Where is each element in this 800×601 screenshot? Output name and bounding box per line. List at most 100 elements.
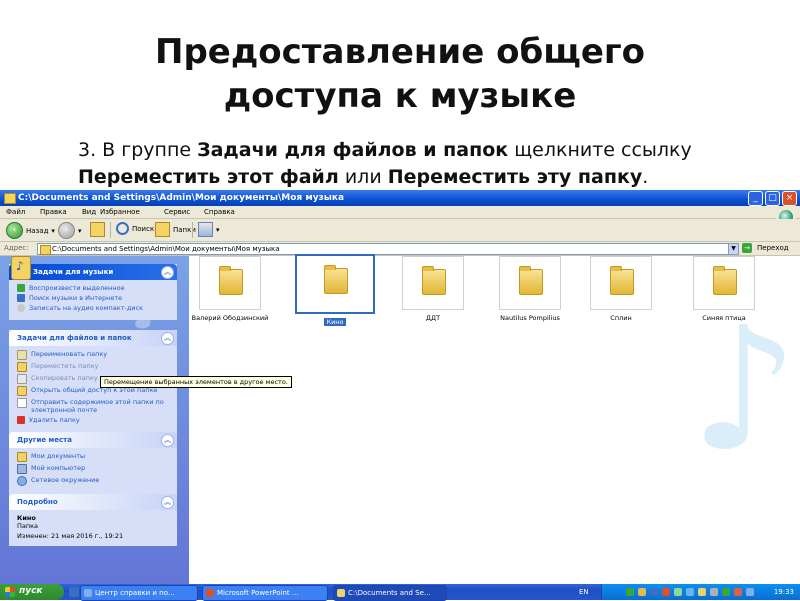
globe-icon xyxy=(17,294,25,302)
other-places-panel: Другие места ︽ Мои документы Мой компьют… xyxy=(9,432,177,494)
menu-edit[interactable]: Правка xyxy=(40,208,67,216)
back-button[interactable]: ‹ Назад ▾ xyxy=(6,222,55,239)
minimize-button[interactable]: _ xyxy=(748,191,763,206)
window-title: C:\Documents and Settings\Admin\Мои доку… xyxy=(18,193,345,203)
task-move-folder[interactable]: Переместить папку xyxy=(17,362,171,372)
other-places-header[interactable]: Другие места ︽ xyxy=(9,432,177,448)
forward-arrow-icon: › xyxy=(58,222,75,239)
explorer-window: C:\Documents and Settings\Admin\Мои доку… xyxy=(0,190,800,584)
search-label: Поиск xyxy=(132,224,155,233)
address-bar: Адрес: C:\Documents and Settings\Admin\М… xyxy=(0,242,800,256)
place-network[interactable]: Сетевое окружение xyxy=(17,476,171,486)
my-documents-icon xyxy=(17,452,27,462)
folder-up-icon xyxy=(90,222,105,237)
menu-favorites[interactable]: Избранное xyxy=(100,208,140,216)
folder-icon xyxy=(337,589,345,597)
copy-icon xyxy=(17,374,27,384)
address-input[interactable]: C:\Documents and Settings\Admin\Мои доку… xyxy=(37,243,739,255)
maximize-button[interactable]: □ xyxy=(765,191,780,206)
help-icon xyxy=(84,589,92,597)
tray-icon[interactable] xyxy=(698,588,706,596)
tray-icon[interactable] xyxy=(722,588,730,596)
clock: 19:33 xyxy=(773,588,794,596)
search-icon xyxy=(116,222,129,235)
search-button[interactable]: Поиск xyxy=(116,222,154,235)
task-rename-folder[interactable]: Переименовать папку xyxy=(17,350,171,360)
start-label: пуск xyxy=(19,586,43,596)
play-icon xyxy=(17,284,25,292)
tray-icon[interactable] xyxy=(662,588,670,596)
menu-file[interactable]: Файл xyxy=(6,208,25,216)
go-button[interactable]: Переход xyxy=(757,244,789,252)
folder-item[interactable]: ДДТ xyxy=(393,256,473,322)
up-button[interactable] xyxy=(90,222,105,237)
place-my-computer[interactable]: Мой компьютер xyxy=(17,464,171,474)
music-folder-icon xyxy=(11,256,31,280)
tray-icon[interactable] xyxy=(674,588,682,596)
back-label: Назад xyxy=(26,226,49,235)
collapse-chevron-icon[interactable]: ︽ xyxy=(161,266,174,279)
toolbar: ‹ Назад ▾ › ▾ Поиск Папки ▾ xyxy=(0,219,800,242)
chevron-down-icon: ▾ xyxy=(216,225,220,234)
folder-icon xyxy=(610,266,634,295)
folder-name: Кино xyxy=(324,318,346,326)
delete-icon xyxy=(17,416,25,424)
computer-icon xyxy=(17,464,27,474)
task-burn-cd[interactable]: Записать на аудио компакт-диск xyxy=(17,304,171,312)
tray-icon[interactable] xyxy=(650,588,658,596)
taskbar-item-powerpoint[interactable]: Microsoft PowerPoint ... xyxy=(202,585,328,601)
folder-item[interactable]: Nautilus Pompilius xyxy=(490,256,570,322)
views-button[interactable]: ▾ xyxy=(198,222,220,237)
menu-help[interactable]: Справка xyxy=(204,208,235,216)
taskbar-item-explorer[interactable]: C:\Documents and Se... xyxy=(333,585,447,601)
window-titlebar[interactable]: C:\Documents and Settings\Admin\Мои доку… xyxy=(0,190,800,206)
task-delete-folder[interactable]: Удалить папку xyxy=(17,416,171,424)
go-arrow-icon[interactable]: → xyxy=(742,243,752,253)
tray-icon[interactable] xyxy=(710,588,718,596)
folder-item[interactable]: Сплин xyxy=(581,256,661,322)
instr-mid: щелкните ссылку xyxy=(508,139,692,161)
tray-icon[interactable] xyxy=(746,588,754,596)
forward-button[interactable]: › ▾ xyxy=(58,222,82,239)
place-my-documents[interactable]: Мои документы xyxy=(17,452,171,462)
menu-tools[interactable]: Сервис xyxy=(164,208,190,216)
menu-view[interactable]: Вид xyxy=(82,208,96,216)
file-tasks-header[interactable]: Задачи для файлов и папок ︽ xyxy=(9,330,177,346)
task-play-selected[interactable]: Воспроизвести выделенное xyxy=(17,284,171,292)
file-tasks-title: Задачи для файлов и папок xyxy=(17,334,132,342)
folder-icon xyxy=(4,193,16,204)
tray-icon[interactable] xyxy=(686,588,694,596)
instr-or: или xyxy=(338,166,388,188)
collapse-chevron-icon[interactable]: ︽ xyxy=(161,434,174,447)
details-modified: Изменен: 21 мая 2016 г., 19:21 xyxy=(17,532,124,540)
system-tray: 19:33 xyxy=(601,584,800,600)
tray-icon[interactable] xyxy=(638,588,646,596)
tray-icon[interactable] xyxy=(734,588,742,596)
network-icon xyxy=(17,476,27,486)
other-places-title: Другие места xyxy=(17,436,72,444)
collapse-chevron-icon[interactable]: ︽ xyxy=(161,332,174,345)
chevron-down-icon: ▾ xyxy=(78,226,82,235)
start-button[interactable]: пуск xyxy=(0,584,64,600)
instr-bold-move-folder: Переместить эту папку xyxy=(387,166,643,188)
collapse-chevron-icon[interactable]: ︽ xyxy=(161,496,174,509)
folders-button[interactable]: Папки xyxy=(155,222,196,237)
details-header[interactable]: Подробно ︽ xyxy=(9,494,177,510)
music-tasks-header[interactable]: Задачи для музыки ︽ xyxy=(9,256,177,280)
quicklaunch-icon[interactable] xyxy=(69,587,79,597)
folder-icon xyxy=(40,245,51,255)
details-panel: Подробно ︽ Кино Папка Изменен: 21 мая 20… xyxy=(9,494,177,546)
close-button[interactable]: × xyxy=(782,191,797,206)
windows-flag-icon xyxy=(5,587,15,597)
chevron-down-icon: ▾ xyxy=(51,226,55,235)
task-email-folder[interactable]: Отправить содержимое этой папки по элект… xyxy=(17,398,171,414)
tray-icon[interactable] xyxy=(626,588,634,596)
taskbar-item-help[interactable]: Центр справки и по... xyxy=(80,585,198,601)
task-search-music-online[interactable]: Поиск музыки в Интернете xyxy=(17,294,171,302)
folder-item-selected[interactable]: Кино xyxy=(295,254,375,326)
chevron-down-icon[interactable]: ▼ xyxy=(728,244,738,254)
language-indicator[interactable]: EN xyxy=(579,588,589,596)
slide-title: Предоставление общего доступа к музыке xyxy=(0,30,800,118)
folder-item[interactable]: Валерий Ободзинский xyxy=(190,256,270,322)
powerpoint-icon xyxy=(206,589,214,597)
